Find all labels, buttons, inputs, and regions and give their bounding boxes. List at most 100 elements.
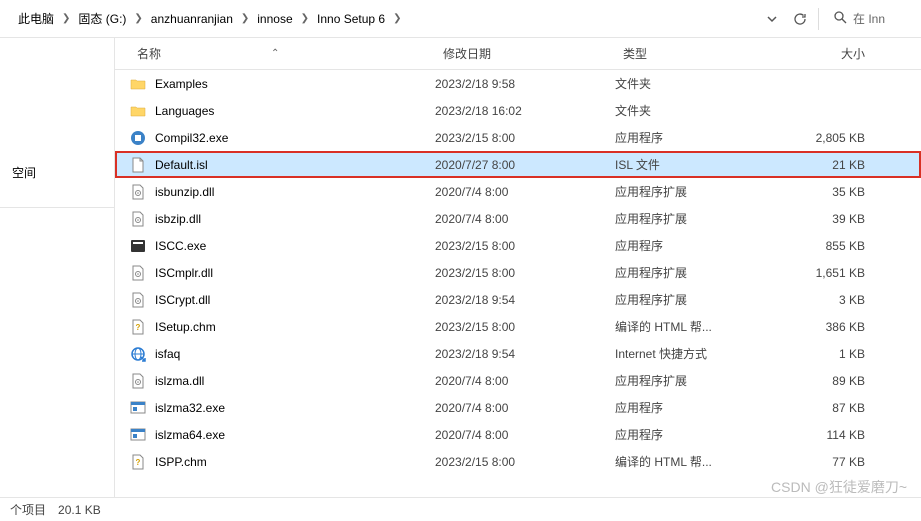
file-name: islzma64.exe <box>155 428 435 442</box>
chm-icon: ? <box>129 318 147 336</box>
file-size: 855 KB <box>783 239 873 253</box>
column-header-size[interactable]: 大小 <box>783 45 873 62</box>
file-date: 2023/2/18 9:54 <box>435 293 615 307</box>
breadcrumb-item[interactable]: anzhuanranjian <box>145 8 239 30</box>
exe-win-icon <box>129 426 147 444</box>
file-type: 应用程序扩展 <box>615 183 783 200</box>
file-date: 2023/2/15 8:00 <box>435 266 615 280</box>
file-row[interactable]: isbunzip.dll2020/7/4 8:00应用程序扩展35 KB <box>115 178 921 205</box>
status-bar: 个项目 20.1 KB <box>0 497 921 521</box>
file-type: 应用程序 <box>615 129 783 146</box>
breadcrumb: 此电脑 ❯ 固态 (G:) ❯ anzhuanranjian ❯ innose … <box>4 6 758 31</box>
file-date: 2023/2/15 8:00 <box>435 320 615 334</box>
nav-item[interactable]: 空间 <box>0 158 114 187</box>
history-dropdown-button[interactable] <box>758 5 786 33</box>
file-date: 2020/7/4 8:00 <box>435 374 615 388</box>
column-header-name[interactable]: 名称 ⌃ <box>129 45 435 62</box>
file-row[interactable]: Languages2023/2/18 16:02文件夹 <box>115 97 921 124</box>
file-type: 文件夹 <box>615 102 783 119</box>
file-date: 2023/2/15 8:00 <box>435 455 615 469</box>
net-icon <box>129 345 147 363</box>
file-type: 编译的 HTML 帮... <box>615 453 783 470</box>
breadcrumb-item[interactable]: innose <box>251 8 298 30</box>
file-size: 386 KB <box>783 320 873 334</box>
file-row[interactable]: ISCC.exe2023/2/15 8:00应用程序855 KB <box>115 232 921 259</box>
dll-icon <box>129 291 147 309</box>
file-date: 2023/2/18 16:02 <box>435 104 615 118</box>
file-date: 2023/2/18 9:54 <box>435 347 615 361</box>
file-name: Compil32.exe <box>155 131 435 145</box>
file-type: 应用程序 <box>615 399 783 416</box>
chm-icon: ? <box>129 453 147 471</box>
file-name: ISCmplr.dll <box>155 266 435 280</box>
file-name: ISPP.chm <box>155 455 435 469</box>
file-size: 89 KB <box>783 374 873 388</box>
file-row[interactable]: ISCrypt.dll2023/2/18 9:54应用程序扩展3 KB <box>115 286 921 313</box>
breadcrumb-item[interactable]: 固态 (G:) <box>72 6 132 31</box>
file-type: ISL 文件 <box>615 156 783 173</box>
file-row[interactable]: Examples2023/2/18 9:58文件夹 <box>115 70 921 97</box>
file-row[interactable]: Default.isl2020/7/27 8:00ISL 文件21 KB <box>115 151 921 178</box>
file-name: islzma.dll <box>155 374 435 388</box>
file-row[interactable]: isbzip.dll2020/7/4 8:00应用程序扩展39 KB <box>115 205 921 232</box>
file-date: 2023/2/15 8:00 <box>435 131 615 145</box>
dll-icon <box>129 264 147 282</box>
file-size: 3 KB <box>783 293 873 307</box>
status-item-count: 个项目 <box>10 501 46 518</box>
file-row[interactable]: islzma.dll2020/7/4 8:00应用程序扩展89 KB <box>115 367 921 394</box>
breadcrumb-item[interactable]: Inno Setup 6 <box>311 8 391 30</box>
column-headers: 名称 ⌃ 修改日期 类型 大小 <box>115 38 921 70</box>
file-row[interactable]: islzma64.exe2020/7/4 8:00应用程序114 KB <box>115 421 921 448</box>
file-row[interactable]: isfaq2023/2/18 9:54Internet 快捷方式1 KB <box>115 340 921 367</box>
nav-separator <box>0 207 114 208</box>
file-row[interactable]: ? ISPP.chm2023/2/15 8:00编译的 HTML 帮...77 K… <box>115 448 921 475</box>
sort-indicator-icon: ⌃ <box>271 48 279 59</box>
file-name: islzma32.exe <box>155 401 435 415</box>
chevron-right-icon: ❯ <box>301 13 309 24</box>
exe-blue-icon <box>129 129 147 147</box>
breadcrumb-item[interactable]: 此电脑 <box>12 6 60 31</box>
file-type: 应用程序 <box>615 237 783 254</box>
file-list-area: 名称 ⌃ 修改日期 类型 大小 Examples2023/2/18 9:58文件… <box>115 38 921 497</box>
file-date: 2020/7/4 8:00 <box>435 428 615 442</box>
navigation-pane: 空间 <box>0 38 115 497</box>
file-size: 2,805 KB <box>783 131 873 145</box>
search-input[interactable]: 在 Inn <box>827 6 917 31</box>
search-icon <box>833 10 847 27</box>
file-row[interactable]: ?ISetup.chm2023/2/15 8:00编译的 HTML 帮...38… <box>115 313 921 340</box>
column-header-date[interactable]: 修改日期 <box>435 45 615 62</box>
file-date: 2023/2/18 9:58 <box>435 77 615 91</box>
folder-icon <box>129 75 147 93</box>
file-row[interactable]: islzma32.exe2020/7/4 8:00应用程序87 KB <box>115 394 921 421</box>
file-row[interactable]: ISCmplr.dll2023/2/15 8:00应用程序扩展1,651 KB <box>115 259 921 286</box>
file-name: ISetup.chm <box>155 320 435 334</box>
file-size: 1 KB <box>783 347 873 361</box>
file-name: isbzip.dll <box>155 212 435 226</box>
file-type: 应用程序扩展 <box>615 210 783 227</box>
dll-icon <box>129 183 147 201</box>
file-name: ISCC.exe <box>155 239 435 253</box>
file-name: Examples <box>155 77 435 91</box>
file-type: 应用程序扩展 <box>615 372 783 389</box>
file-rows: Examples2023/2/18 9:58文件夹Languages2023/2… <box>115 70 921 497</box>
svg-text:?: ? <box>136 458 141 467</box>
column-header-type[interactable]: 类型 <box>615 45 783 62</box>
svg-text:?: ? <box>136 323 141 332</box>
file-type: 应用程序 <box>615 426 783 443</box>
file-date: 2020/7/27 8:00 <box>435 158 615 172</box>
file-name: Languages <box>155 104 435 118</box>
search-placeholder: 在 Inn <box>853 10 885 27</box>
file-size: 35 KB <box>783 185 873 199</box>
chevron-right-icon: ❯ <box>62 13 70 24</box>
file-size: 77 KB <box>783 455 873 469</box>
dll-icon <box>129 210 147 228</box>
exe-win-icon <box>129 399 147 417</box>
file-icon <box>129 156 147 174</box>
file-name: isbunzip.dll <box>155 185 435 199</box>
file-name: isfaq <box>155 347 435 361</box>
address-toolbar: 此电脑 ❯ 固态 (G:) ❯ anzhuanranjian ❯ innose … <box>0 0 921 38</box>
file-row[interactable]: Compil32.exe2023/2/15 8:00应用程序2,805 KB <box>115 124 921 151</box>
status-selected-size: 20.1 KB <box>58 503 101 517</box>
refresh-button[interactable] <box>786 5 814 33</box>
file-name: Default.isl <box>155 158 435 172</box>
